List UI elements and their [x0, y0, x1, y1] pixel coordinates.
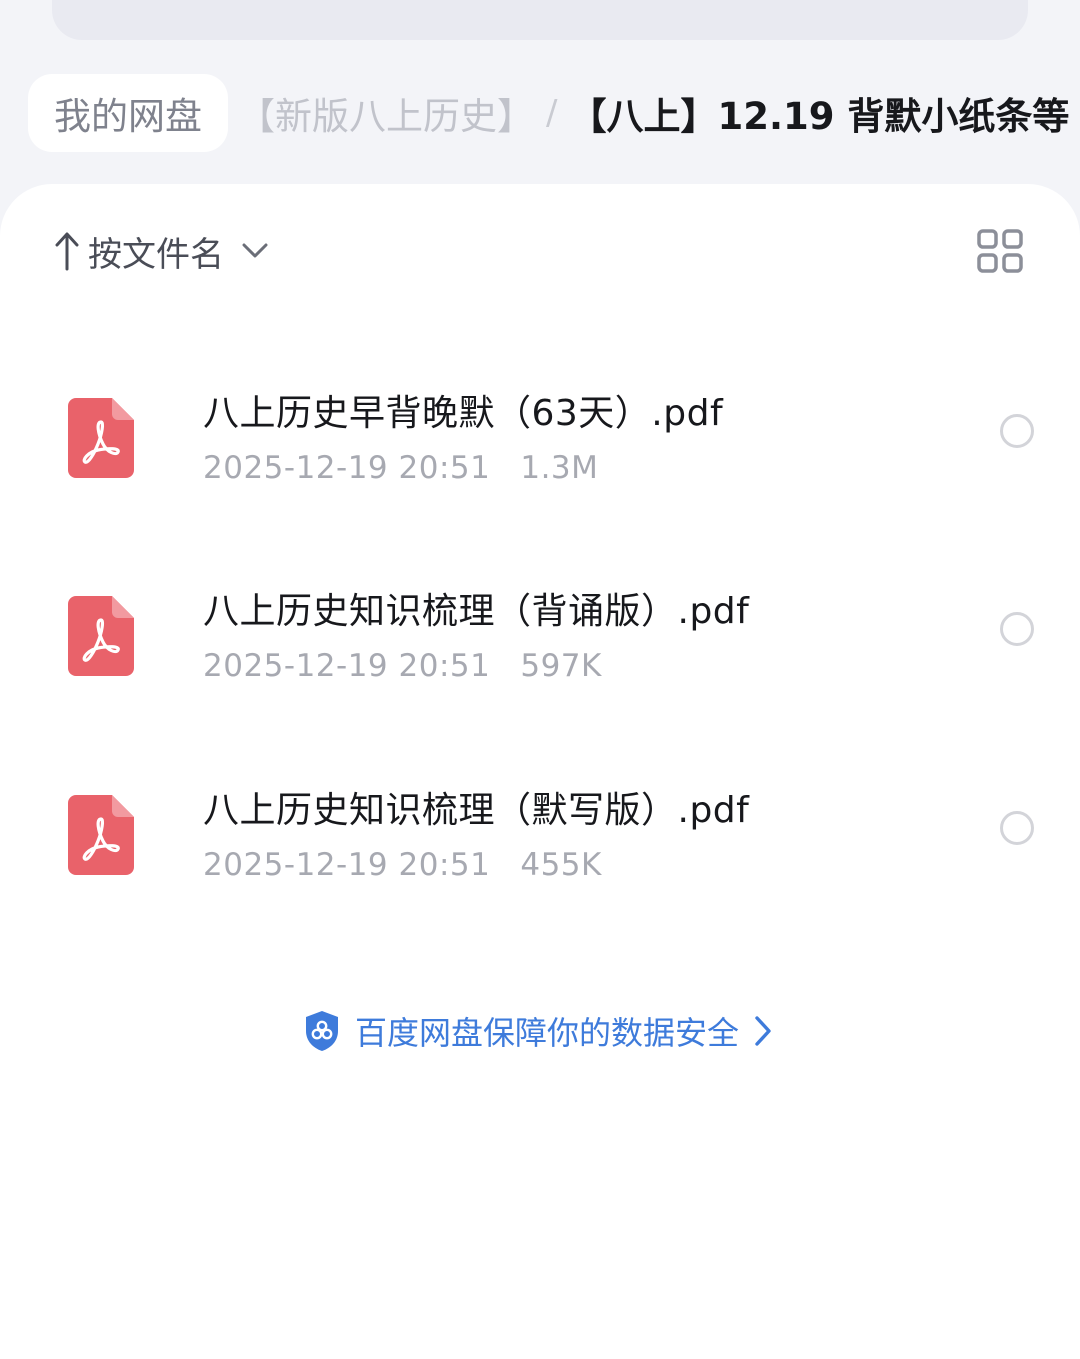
file-date: 2025-12-19 20:51	[203, 847, 491, 883]
breadcrumb-root[interactable]: 我的网盘	[28, 74, 228, 152]
select-checkbox[interactable]	[1000, 612, 1034, 646]
breadcrumb-separator: /	[546, 93, 558, 133]
file-meta: 2025-12-19 20:51 597K	[203, 648, 602, 684]
data-safety-link[interactable]: 百度网盘保障你的数据安全	[0, 1006, 1080, 1056]
data-safety-text: 百度网盘保障你的数据安全	[354, 1014, 739, 1052]
breadcrumb: 我的网盘 【新版八上历史】 / 【八上】12.19 背默小纸条等	[0, 70, 1080, 156]
arrow-up-icon	[52, 229, 82, 273]
file-row[interactable]: 八上历史知识梳理（背诵版）.pdf 2025-12-19 20:51 597K	[0, 574, 1080, 724]
file-size: 1.3M	[520, 450, 599, 486]
pdf-file-icon	[68, 795, 134, 875]
search-bar-edge[interactable]	[52, 0, 1028, 40]
file-browser-screen: 我的网盘 【新版八上历史】 / 【八上】12.19 背默小纸条等 按文件名 八上…	[0, 0, 1080, 1359]
chevron-right-icon	[749, 1013, 777, 1049]
shield-icon	[303, 1009, 341, 1053]
chevron-down-icon	[240, 236, 270, 266]
file-meta: 2025-12-19 20:51 1.3M	[203, 450, 598, 486]
sort-selector[interactable]: 按文件名	[52, 226, 270, 276]
sort-label: 按文件名	[88, 234, 224, 275]
breadcrumb-parent[interactable]: 【新版八上历史】	[238, 86, 534, 140]
file-size: 455K	[520, 847, 602, 883]
file-row[interactable]: 八上历史早背晚默（63天）.pdf 2025-12-19 20:51 1.3M	[0, 376, 1080, 526]
select-checkbox[interactable]	[1000, 811, 1034, 845]
file-date: 2025-12-19 20:51	[203, 648, 491, 684]
file-name: 八上历史知识梳理（背诵版）.pdf	[203, 591, 750, 632]
select-checkbox[interactable]	[1000, 414, 1034, 448]
file-name: 八上历史早背晚默（63天）.pdf	[203, 393, 724, 434]
file-name: 八上历史知识梳理（默写版）.pdf	[203, 790, 750, 831]
pdf-file-icon	[68, 398, 134, 478]
breadcrumb-current: 【八上】12.19 背默小纸条等	[569, 95, 1070, 138]
file-meta: 2025-12-19 20:51 455K	[203, 847, 602, 883]
pdf-file-icon	[68, 596, 134, 676]
grid-view-icon[interactable]	[976, 228, 1024, 274]
file-row[interactable]: 八上历史知识梳理（默写版）.pdf 2025-12-19 20:51 455K	[0, 773, 1080, 923]
file-size: 597K	[520, 648, 602, 684]
file-date: 2025-12-19 20:51	[203, 450, 491, 486]
file-list-card	[0, 184, 1080, 1359]
